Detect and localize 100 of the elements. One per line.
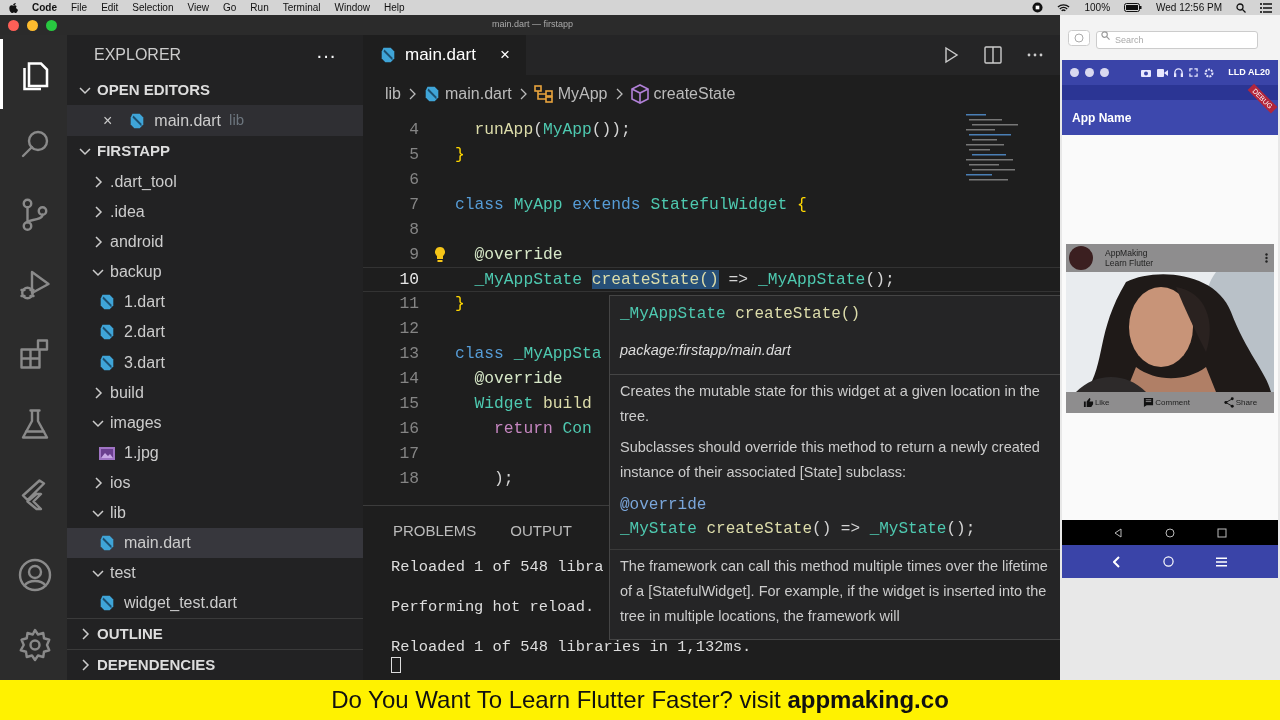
split-editor-icon[interactable]: [984, 46, 1002, 64]
menu-clock[interactable]: Wed 12:56 PM: [1156, 0, 1222, 15]
menu-item[interactable]: Go: [223, 0, 237, 15]
menu-item[interactable]: Run: [250, 0, 269, 15]
terminal-line: Reloaded 1 of 548 libraries in 1,132ms.: [391, 637, 752, 657]
code-line: @override: [620, 494, 708, 516]
breadcrumb-item[interactable]: MyApp: [533, 81, 608, 106]
line-number: 15: [398, 393, 419, 415]
file-name: lib: [110, 503, 126, 524]
file-name: .dart_tool: [110, 171, 177, 192]
file-name: 1.jpg: [124, 442, 159, 463]
breadcrumb-item[interactable]: createState: [629, 81, 736, 106]
line-number: 13: [398, 343, 419, 366]
line-number: 17: [398, 442, 419, 465]
post-action[interactable]: Like: [1082, 396, 1110, 409]
section-header[interactable]: OPEN EDITORS: [67, 74, 363, 106]
close-button[interactable]: [8, 19, 19, 31]
open-editor-item[interactable]: × main.dart lib: [67, 105, 363, 137]
post-action[interactable]: Comment: [1143, 396, 1190, 409]
menu-item[interactable]: Help: [384, 0, 405, 15]
video-icon[interactable]: [1157, 68, 1169, 77]
home-icon[interactable]: [1165, 527, 1175, 538]
recents-icon[interactable]: [1217, 527, 1227, 538]
code-line: @override: [473, 243, 563, 266]
window-title: main.dart — firstapp: [492, 18, 574, 32]
tree-item[interactable]: ios: [67, 467, 363, 498]
minimize-button[interactable]: [27, 19, 38, 31]
section-header[interactable]: FIRSTAPP: [67, 136, 363, 167]
line-number: 9: [408, 243, 419, 266]
code-line: }: [455, 144, 465, 167]
menu-item[interactable]: View: [187, 0, 209, 15]
settings-icon: [17, 627, 53, 663]
menu-item[interactable]: Window: [334, 0, 371, 15]
line-number: 11: [398, 293, 419, 316]
more-button[interactable]: ···: [316, 39, 336, 70]
code-line: Widget build: [473, 393, 592, 415]
fullscreen-icon[interactable]: [1189, 68, 1199, 77]
record-icon[interactable]: [1032, 2, 1044, 13]
back-icon[interactable]: [1113, 527, 1123, 538]
tree-item[interactable]: 3.dart: [67, 347, 363, 378]
chevron-icon: [407, 86, 417, 101]
tree-item[interactable]: build: [67, 377, 363, 408]
menu-item[interactable]: Selection: [132, 0, 174, 15]
tree-item[interactable]: 2.dart: [67, 317, 363, 348]
code-line: _MyAppState createState() => _MyAppState();: [473, 268, 895, 291]
tree-item[interactable]: images: [67, 407, 363, 438]
file-name: images: [110, 412, 162, 433]
kebab-menu-icon[interactable]: [1265, 253, 1268, 263]
file-name: 2.dart: [124, 322, 165, 343]
section-header[interactable]: DEPENDENCIES: [67, 649, 363, 680]
dart-file-icon: [98, 594, 116, 613]
tree-item[interactable]: main.dart: [67, 528, 363, 559]
tree-item[interactable]: test: [67, 558, 363, 589]
wifi-icon[interactable]: [1057, 2, 1071, 13]
panel-tab[interactable]: PROBLEMS: [393, 520, 477, 543]
maximize-button[interactable]: [46, 19, 57, 31]
menu-item[interactable]: File: [71, 0, 88, 15]
menu-item[interactable]: Terminal: [282, 0, 321, 15]
dart-file-icon: [98, 293, 116, 312]
run-icon[interactable]: [942, 46, 960, 64]
tree-item[interactable]: backup: [67, 257, 363, 288]
tree-item[interactable]: .dart_tool: [67, 166, 363, 197]
line-number: 18: [398, 467, 419, 490]
camera-icon[interactable]: [1141, 68, 1152, 77]
close-icon[interactable]: ×: [499, 42, 510, 68]
search-icon[interactable]: [1236, 2, 1246, 13]
file-name: main.dart: [124, 533, 191, 554]
list-icon[interactable]: [1260, 2, 1272, 13]
tree-item[interactable]: 1.jpg: [67, 437, 363, 468]
dart-file-icon: [98, 353, 116, 372]
file-name: android: [110, 232, 164, 253]
panel-tab[interactable]: OUTPUT: [510, 520, 573, 543]
menu-item[interactable]: Edit: [101, 0, 119, 15]
tree-item[interactable]: lib: [67, 498, 363, 529]
settings-icon[interactable]: [1204, 67, 1215, 78]
tree-item[interactable]: 1.dart: [67, 287, 363, 318]
tree-item[interactable]: .idea: [67, 196, 363, 227]
promo-text: Do You Want To Learn Flutter Faster? visit appmaking.co: [331, 685, 949, 715]
menu-item[interactable]: Code: [32, 0, 57, 15]
line-number: 4: [408, 119, 419, 142]
terminal-cursor: [391, 657, 401, 673]
battery-percent: 100%: [1084, 1, 1111, 15]
section-header[interactable]: OUTLINE: [67, 618, 363, 650]
breadcrumb-item[interactable]: lib: [385, 81, 401, 106]
search-field[interactable]: Search: [1096, 30, 1258, 49]
line-number: 8: [408, 218, 419, 241]
lightbulb-icon[interactable]: [433, 246, 447, 264]
close-icon[interactable]: ×: [103, 108, 113, 133]
sidebar-title: EXPLORER: [94, 44, 182, 65]
device-name: LLD AL20: [1228, 65, 1270, 79]
menu-icon[interactable]: [1216, 556, 1227, 567]
line-number: 5: [408, 144, 419, 167]
tree-item[interactable]: widget_test.dart: [67, 588, 363, 619]
post-action[interactable]: Share: [1223, 396, 1258, 409]
terminal-line: Reloaded 1 of 548 libra: [391, 557, 604, 577]
headphones-icon[interactable]: [1174, 68, 1184, 77]
battery-icon[interactable]: [1124, 3, 1143, 12]
tree-item[interactable]: android: [67, 227, 363, 258]
editor-tab[interactable]: main.dart ×: [363, 35, 526, 75]
breadcrumb-item[interactable]: main.dart: [423, 81, 512, 106]
